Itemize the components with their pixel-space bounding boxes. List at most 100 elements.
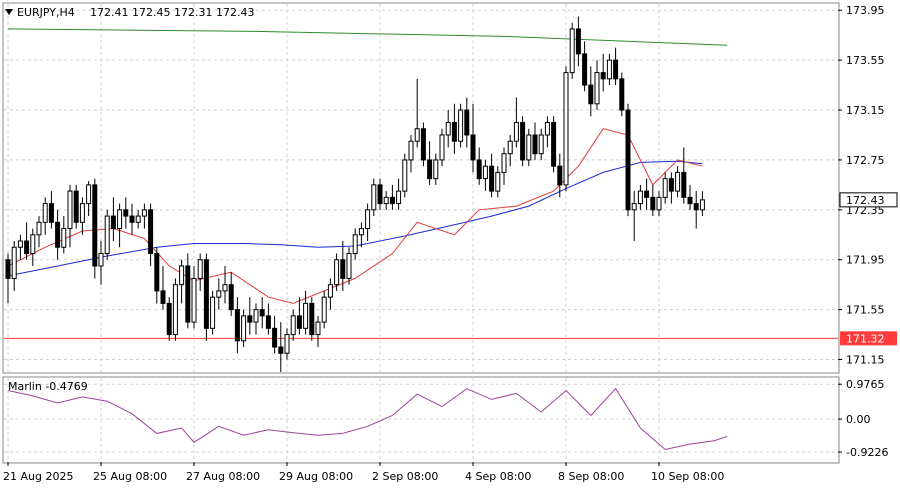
candle-body xyxy=(594,72,600,105)
candle-body xyxy=(699,199,705,211)
candle-body xyxy=(656,196,662,211)
candle-body xyxy=(216,290,222,298)
candle-body xyxy=(582,53,588,86)
price-tick-label: 171.95 xyxy=(846,254,885,267)
time-tick-label: 8 Sep 08:00 xyxy=(558,470,624,483)
candle-body xyxy=(625,109,631,211)
osc-tick-label: 0.00 xyxy=(846,413,871,426)
candle xyxy=(104,209,110,260)
candle-body xyxy=(172,284,178,336)
candle-body xyxy=(179,265,185,286)
candle-body xyxy=(482,165,488,180)
time-tick-label: 10 Sep 08:00 xyxy=(651,470,724,483)
candle-body xyxy=(203,259,209,329)
candle-body xyxy=(191,277,197,323)
time-tick-label: 25 Aug 08:00 xyxy=(93,470,167,483)
candle-body xyxy=(24,240,30,254)
candle-body xyxy=(321,296,327,323)
candle xyxy=(309,297,315,341)
candle-body xyxy=(613,59,619,80)
time-tick-label: 29 Aug 08:00 xyxy=(279,470,353,483)
candle-body xyxy=(507,140,513,155)
indicator-pane[interactable] xyxy=(2,376,840,464)
candle-body xyxy=(458,109,464,142)
candle-body xyxy=(501,153,507,173)
candle-body xyxy=(17,240,23,248)
candle-body xyxy=(346,252,352,279)
candle-body xyxy=(166,302,172,336)
candle xyxy=(458,103,464,148)
candle xyxy=(619,72,625,117)
candle-body xyxy=(365,209,371,230)
price-tick-label: 172.75 xyxy=(846,154,885,167)
candle-body xyxy=(557,165,563,186)
candle-body xyxy=(222,284,228,292)
price-chart[interactable]: 173.95173.55173.15172.75172.35171.95171.… xyxy=(0,0,900,488)
candle-body xyxy=(123,209,129,217)
candle-body xyxy=(606,59,612,80)
candle-body xyxy=(129,215,135,223)
candle-body xyxy=(117,209,123,230)
candle xyxy=(203,253,209,341)
candle xyxy=(420,122,426,167)
current-price-label: 172.43 xyxy=(846,194,885,207)
candle-body xyxy=(371,184,377,211)
candle-body xyxy=(389,196,395,205)
candle-body xyxy=(637,190,643,205)
candle-body xyxy=(135,215,141,223)
candle-body xyxy=(551,122,557,167)
candle-body xyxy=(687,196,693,205)
candle xyxy=(73,184,79,229)
price-tick-label: 171.55 xyxy=(846,304,885,317)
candle-body xyxy=(11,246,17,279)
candle-body xyxy=(470,134,476,161)
candle-body xyxy=(315,321,321,336)
candle-body xyxy=(563,72,569,186)
osc-tick-label: -0.9226 xyxy=(846,446,888,459)
indicator-label: Marlin -0.4769 xyxy=(8,380,88,393)
candle-body xyxy=(79,203,85,223)
candle-body xyxy=(532,134,538,155)
candle-body xyxy=(588,84,594,105)
candle-body xyxy=(489,165,495,192)
candle-body xyxy=(303,302,309,329)
candle-body xyxy=(464,109,470,136)
candle-body xyxy=(309,302,315,336)
candle-body xyxy=(420,128,426,161)
candle-body xyxy=(259,309,265,317)
candle-body xyxy=(154,252,160,292)
candle-body xyxy=(569,28,575,74)
candle xyxy=(551,116,557,173)
candle-body xyxy=(358,228,364,236)
candle-body xyxy=(681,171,687,198)
candle-body xyxy=(600,72,606,80)
candle-body xyxy=(36,221,42,236)
candle-body xyxy=(526,134,532,161)
candle-body xyxy=(148,209,154,254)
candle-body xyxy=(253,309,259,323)
candle xyxy=(166,297,172,341)
candle-body xyxy=(408,140,414,161)
candle xyxy=(402,153,408,198)
candle-body xyxy=(92,184,98,267)
candle-body xyxy=(290,315,296,336)
candle-body xyxy=(48,203,54,223)
candle-body xyxy=(340,259,346,279)
candle-body xyxy=(396,190,402,205)
candle-body xyxy=(98,252,104,267)
candle-body xyxy=(30,234,36,254)
candle-body xyxy=(327,284,333,298)
price-tick-label: 173.55 xyxy=(846,54,885,67)
candle-body xyxy=(668,178,674,192)
candle-body xyxy=(693,203,699,211)
candle-body xyxy=(334,259,340,286)
candle-body xyxy=(619,78,625,111)
price-tick-label: 171.15 xyxy=(846,354,885,367)
candle-body xyxy=(210,296,216,329)
main-pane[interactable] xyxy=(2,2,840,374)
time-tick-label: 21 Aug 2025 xyxy=(3,470,73,483)
candle xyxy=(625,103,631,217)
candle xyxy=(92,178,98,279)
candle xyxy=(172,278,178,341)
candle-body xyxy=(241,315,247,342)
